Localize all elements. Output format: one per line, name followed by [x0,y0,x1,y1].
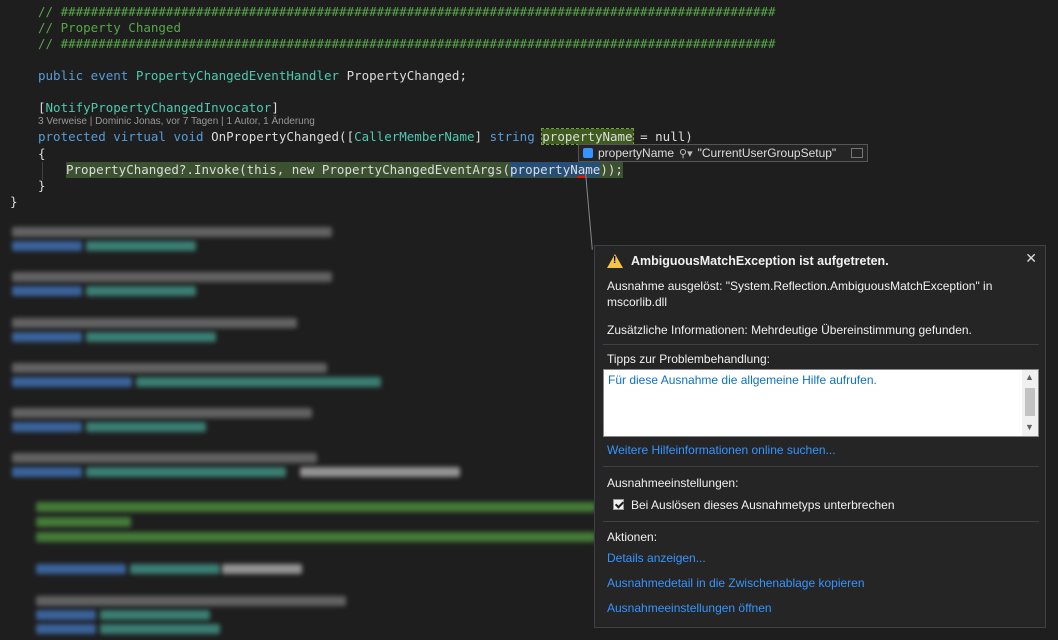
pin-icon[interactable] [851,148,863,158]
comment-hash-line: // #####################################… [38,4,776,19]
blurred-line [36,596,346,606]
blurred-line [36,624,96,634]
blurred-line [222,564,302,574]
error-squiggle [577,176,585,178]
outer-close-brace: } [10,194,18,209]
variable-icon [583,148,593,158]
blurred-line [136,377,381,387]
statement-end: )); [600,162,623,177]
blurred-line [86,286,196,296]
copy-details-link[interactable]: Ausnahmedetail in die Zwischenablage kop… [607,576,865,590]
blurred-line [100,610,210,620]
keyword: public event [38,68,129,83]
comment-hash-line: // #####################################… [38,36,776,51]
blurred-line [36,517,131,527]
codelens-info[interactable]: 3 Verweise | Dominic Jonas, vor 7 Tagen … [38,116,315,127]
blurred-line [86,467,286,477]
blurred-line [36,532,596,542]
blurred-line [12,272,332,282]
divider [603,344,1039,345]
datatip-value[interactable]: "CurrentUserGroupSetup" [698,146,837,160]
attribute-line: [NotifyPropertyChangedInvocator] [38,100,279,116]
tips-scrollbar[interactable]: ▲ ▼ [1022,370,1038,436]
blurred-line [12,453,317,463]
blurred-line [12,377,132,387]
bracket: ] [271,100,279,115]
blurred-line [12,408,312,418]
tips-heading: Tipps zur Problembehandlung: [607,352,770,366]
parameter-reference[interactable]: propertyName [510,162,601,177]
blurred-line [86,332,216,342]
close-icon[interactable]: ✕ [1025,250,1037,267]
tips-box[interactable]: Für diese Ausnahme die allgemeine Hilfe … [603,369,1039,437]
default-value: = null) [632,129,693,144]
method-name: OnPropertyChanged([ [203,129,355,144]
blurred-line [300,467,460,477]
view-details-link[interactable]: Details anzeigen... [607,551,706,565]
close-brace: } [38,178,46,193]
warning-icon [607,254,623,268]
general-help-link[interactable]: Für diese Ausnahme die allgemeine Hilfe … [608,373,877,387]
break-on-exception-checkbox[interactable] [613,499,624,510]
open-exception-settings-link[interactable]: Ausnahmeeinstellungen öffnen [607,601,772,615]
blurred-code-region [0,215,600,640]
attribute-name: NotifyPropertyChangedInvocator [45,100,272,115]
type-name: PropertyChangedEventHandler [135,68,340,83]
additional-info: Zusätzliche Informationen: Mehrdeutige Ü… [607,323,972,337]
attribute-name: CallerMemberName [354,129,475,144]
datatip[interactable]: propertyName ⚲▾ "CurrentUserGroupSetup" [578,144,868,162]
event-declaration: public event PropertyChangedEventHandler… [38,68,467,84]
search-online-link[interactable]: Weitere Hilfeinformationen online suchen… [607,443,836,457]
break-on-exception-label[interactable]: Bei Auslösen dieses Ausnahmetyps unterbr… [631,497,1051,513]
current-statement[interactable]: PropertyChanged?.Invoke(this, new Proper… [66,162,623,178]
actions-heading: Aktionen: [607,530,658,544]
blurred-line [100,624,220,634]
blurred-line [12,318,297,328]
open-brace: { [38,146,46,161]
divider [603,521,1039,522]
bracket: [ [38,100,46,115]
invoke-call: PropertyChanged?.Invoke(this, new Proper… [66,162,511,177]
blurred-line [86,422,206,432]
comment-region-title: // Property Changed [38,20,181,35]
blurred-line [12,241,82,251]
divider [603,466,1039,467]
blurred-line [12,332,82,342]
blurred-line [130,564,220,574]
exception-title-row: AmbiguousMatchException ist aufgetreten. [607,250,889,272]
blurred-line [12,286,82,296]
keyword: string [489,129,535,144]
exception-helper: AmbiguousMatchException ist aufgetreten.… [594,245,1046,628]
method-signature: protected virtual void OnPropertyChanged… [38,128,693,145]
scroll-down-icon[interactable]: ▼ [1025,422,1034,432]
exception-thrown-line: Ausnahme ausgelöst: "System.Reflection.A… [607,279,993,293]
datatip-variable-name: propertyName [598,146,675,160]
search-icon[interactable]: ⚲▾ [679,147,693,160]
identifier: PropertyChanged; [339,68,467,83]
blurred-line [12,227,332,237]
keyword: protected virtual void [38,129,204,144]
bracket: ] [474,129,490,144]
blurred-line [86,241,196,251]
scroll-thumb[interactable] [1025,388,1035,416]
scroll-up-icon[interactable]: ▲ [1025,372,1034,382]
exception-thrown-line: mscorlib.dll [607,295,668,309]
blurred-line [36,502,596,512]
blurred-line [12,422,82,432]
settings-heading: Ausnahmeeinstellungen: [607,476,739,490]
blurred-line [12,363,327,373]
blurred-line [12,467,82,477]
exception-thrown-text: Ausnahme ausgelöst: "System.Reflection.A… [607,278,1027,310]
exception-title: AmbiguousMatchException ist aufgetreten. [631,254,889,268]
parameter-highlighted[interactable]: propertyName [541,128,634,145]
blurred-line [36,610,96,620]
blurred-line [36,564,126,574]
